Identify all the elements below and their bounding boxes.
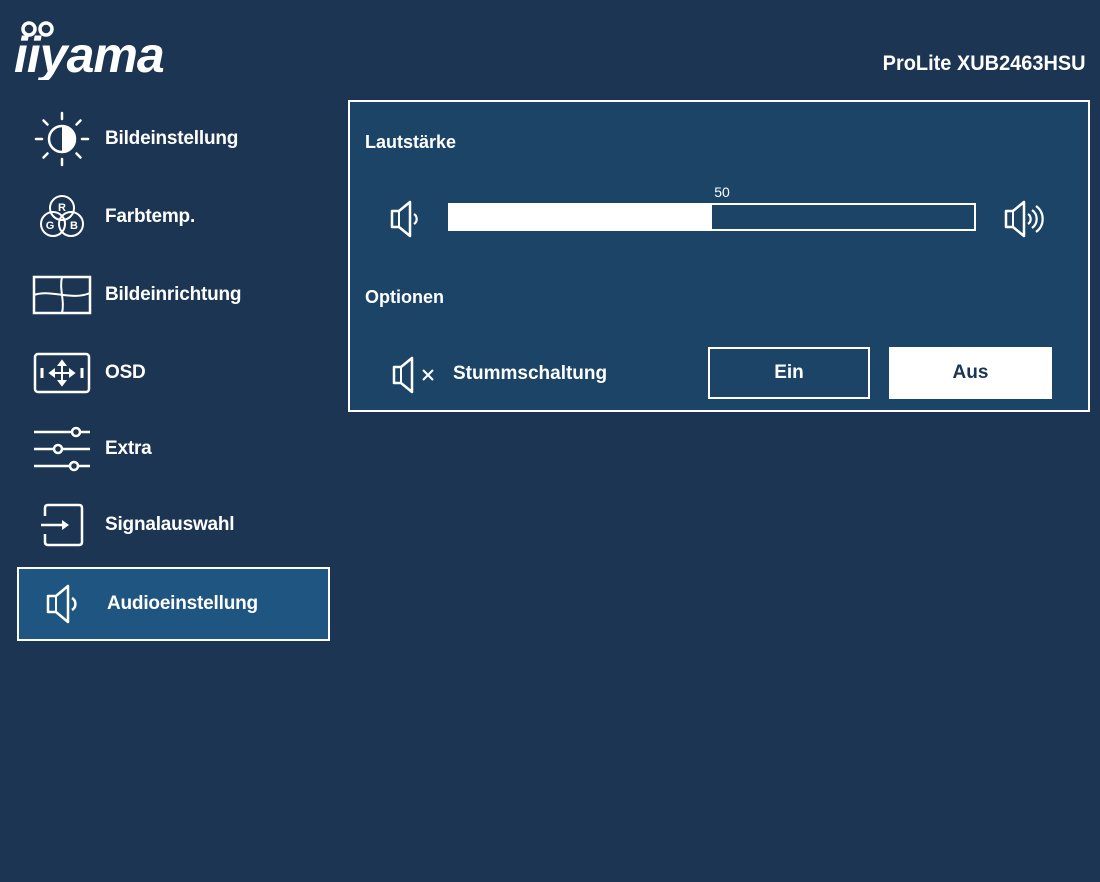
sidebar-item-audioeinstellung[interactable]: Audioeinstellung	[17, 567, 330, 641]
mute-off-button[interactable]: Aus	[889, 347, 1052, 399]
rgb-color-icon: R G B	[27, 187, 97, 247]
sidebar-item-label: OSD	[105, 362, 146, 383]
volume-slider[interactable]	[448, 203, 976, 231]
sidebar-item-label: Bildeinrichtung	[105, 284, 242, 305]
sidebar-item-label: Bildeinstellung	[105, 128, 239, 149]
logo-text: iiyama	[14, 27, 164, 80]
options-title: Optionen	[365, 287, 444, 307]
sidebar-item-label: Farbtemp.	[105, 206, 196, 227]
volume-value: 50	[714, 184, 730, 200]
brightness-contrast-icon	[27, 109, 97, 169]
rgb-letter-r: R	[58, 202, 66, 214]
volume-title: Lautstärke	[365, 132, 457, 152]
input-source-icon	[27, 495, 97, 555]
rgb-letter-b: B	[70, 220, 78, 232]
sidebar-item-label: Audioeinstellung	[107, 593, 258, 614]
sliders-icon	[27, 419, 97, 479]
volume-high-icon	[1002, 198, 1054, 240]
mute-on-button[interactable]: Ein	[708, 347, 870, 399]
audio-settings-panel: Lautstärke 50 Optionen Stummschaltung Ei…	[348, 100, 1090, 412]
sidebar-item-bildeinrichtung[interactable]: Bildeinrichtung	[17, 258, 330, 332]
sidebar-item-label: Extra	[105, 438, 152, 459]
mute-label: Stummschaltung	[453, 363, 608, 384]
sidebar-item-label: Signalauswahl	[105, 514, 235, 535]
sidebar-item-extra[interactable]: Extra	[17, 412, 330, 486]
sidebar-item-farbtemp[interactable]: R G B Farbtemp.	[17, 180, 330, 254]
mute-icon	[390, 354, 442, 396]
volume-slider-fill	[450, 205, 712, 229]
sidebar-item-signalauswahl[interactable]: Signalauswahl	[17, 488, 330, 562]
image-setup-icon	[27, 265, 97, 325]
speaker-icon	[29, 574, 99, 634]
model-name: ProLite XUB2463HSU	[883, 52, 1086, 75]
sidebar-item-bildeinstellung[interactable]: Bildeinstellung	[17, 102, 330, 176]
sidebar-item-osd[interactable]: OSD	[17, 336, 330, 410]
osd-position-icon	[27, 343, 97, 403]
iiyama-logo: iiyama	[14, 18, 204, 80]
rgb-letter-g: G	[46, 220, 55, 232]
volume-low-icon	[388, 198, 428, 240]
